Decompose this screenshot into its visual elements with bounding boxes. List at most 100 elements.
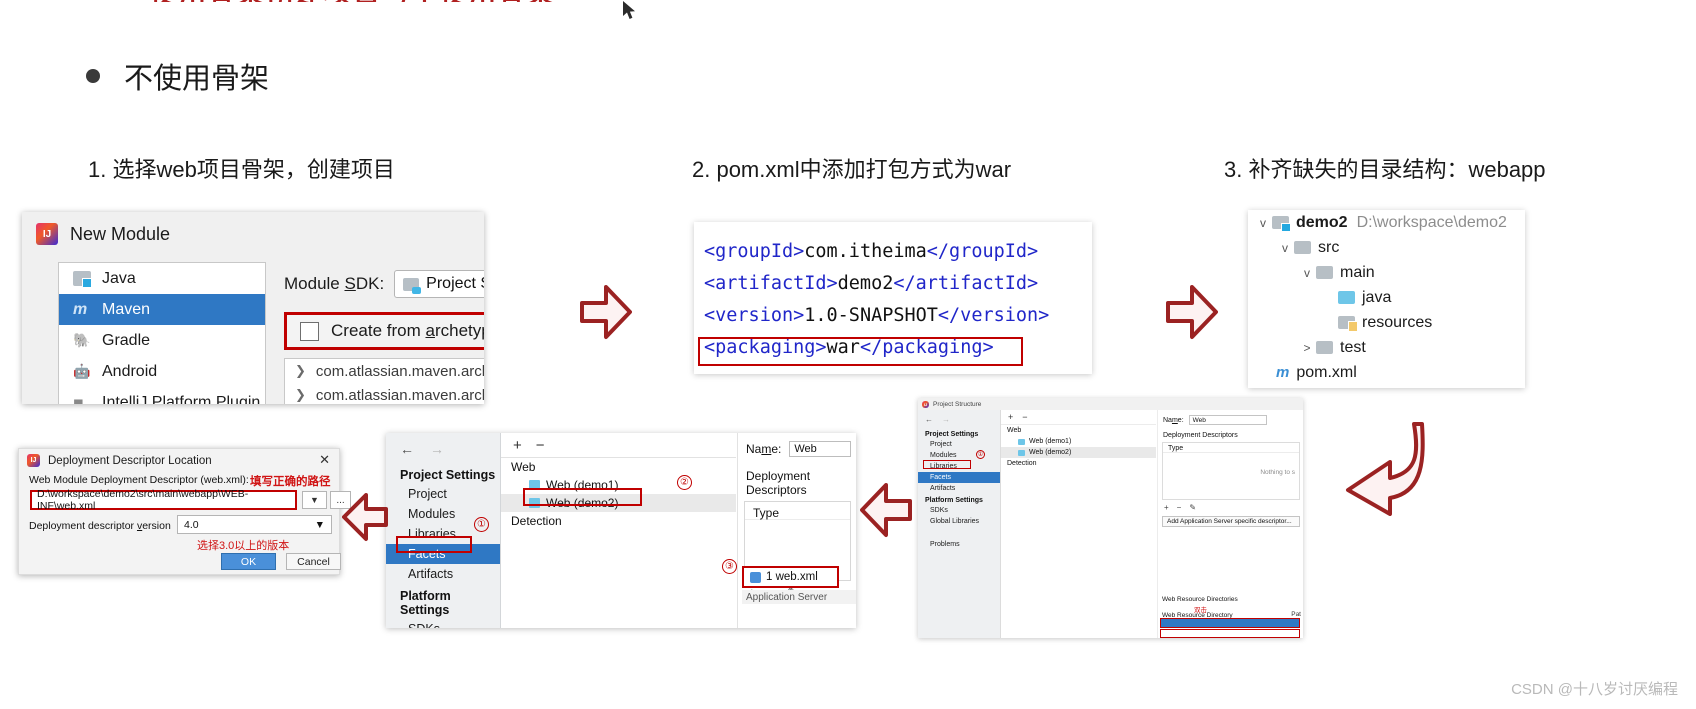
arrow-curved-down-left [1322, 420, 1428, 516]
mouse-pointer-icon [622, 0, 638, 27]
create-from-archetype-checkbox[interactable] [300, 321, 319, 341]
web-resource-row-highlight[interactable] [1160, 618, 1300, 628]
module-sdk-combo[interactable]: Project S [394, 270, 484, 298]
webxml-path-input[interactable]: D:\workspace\demo2\src\main\webapp\WEB-I… [30, 488, 297, 512]
android-robot-icon: 🤖 [73, 363, 91, 379]
descriptor-type-table: Type Nothing to s [1162, 442, 1300, 500]
add-descriptor-button[interactable]: + [1164, 503, 1169, 512]
twisty-icon[interactable]: v [1276, 241, 1294, 255]
sidebar-item-sdks[interactable]: SDKs [386, 619, 500, 628]
cut-off-heading: 使用骨架创建项目与不使用骨架 [150, 0, 850, 2]
folder-icon [1316, 266, 1333, 279]
facet-web-demo1[interactable]: Web (demo1) [1001, 436, 1156, 447]
module-type-list[interactable]: Java m Maven 🐘 Gradle 🤖 Android ◼ Intell… [58, 262, 266, 404]
thumbnail-facets-list: + − Web Web (demo1) Web (demo2) Detectio… [1001, 410, 1156, 638]
module-type-intellij-plugin[interactable]: ◼ IntelliJ Platform Plugin [59, 387, 265, 405]
webxml-label: 1 web.xml [766, 571, 818, 583]
chevron-right-icon[interactable]: ❯ [295, 387, 306, 403]
edit-descriptor-button[interactable]: ✎ [1189, 503, 1196, 512]
arrow-left-icon[interactable]: ← [925, 415, 933, 424]
sidebar-item-problems[interactable]: Problems [918, 527, 1000, 550]
web-demo2-highlight-box [523, 488, 642, 506]
section-header-platform-settings: Platform Settings [400, 589, 451, 617]
folder-icon [1294, 241, 1311, 254]
archetype-row[interactable]: ❯ com.atlassian.maven.arche [285, 383, 484, 404]
archetype-label: com.atlassian.maven.arche [315, 386, 484, 404]
chevron-right-icon[interactable]: ❯ [295, 363, 306, 379]
add-facet-button[interactable]: + [513, 437, 522, 454]
create-from-archetype-row[interactable]: Create from archetype [284, 312, 484, 350]
tree-node-pom-xml[interactable]: m pom.xml [1248, 360, 1525, 385]
remove-facet-button[interactable]: − [1022, 412, 1027, 422]
add-facet-button[interactable]: + [1008, 412, 1013, 422]
remove-facet-button[interactable]: − [536, 437, 545, 454]
marker-2: ② [677, 475, 692, 490]
archetype-list[interactable]: ❯ com.atlassian.maven.arche ❯ com.atlass… [284, 358, 484, 404]
marker-3: ③ [722, 559, 737, 574]
facets-list-pane: + − Web Web (demo1) Web (demo2) Detectio… [501, 433, 736, 628]
pom-line: <artifactId>demo2</artifactId> [704, 273, 1039, 294]
new-module-titlebar: New Module [22, 212, 484, 256]
cancel-button[interactable]: Cancel [286, 553, 341, 570]
deployment-descriptors-label: Deployment Descriptors [1163, 432, 1238, 439]
sidebar-item-project[interactable]: Project [918, 439, 1000, 450]
tree-node-demo2[interactable]: v demo2 D:\workspace\demo2 [1248, 210, 1525, 235]
descriptor-version-select[interactable]: 4.0 ▼ [177, 515, 332, 534]
facet-name-input[interactable]: Web [1188, 415, 1267, 425]
arrow-right-icon[interactable]: → [942, 415, 950, 424]
module-type-label: Android [102, 362, 158, 380]
tree-node-main[interactable]: v main [1248, 260, 1525, 285]
module-type-java[interactable]: Java [59, 263, 265, 294]
tree-node-src[interactable]: v src [1248, 235, 1525, 260]
module-type-maven[interactable]: m Maven [59, 294, 265, 325]
type-column-header: Type [1163, 443, 1299, 453]
arrow-left-icon[interactable]: ← [400, 441, 414, 457]
project-tree-card: v demo2 D:\workspace\demo2 v src v main … [1248, 210, 1525, 388]
module-type-label: Java [102, 269, 136, 287]
maven-pom-icon: m [1276, 364, 1290, 381]
thumbnail-titlebar: Project Structure [918, 398, 1303, 410]
sidebar-item-facets[interactable]: Facets [918, 472, 1000, 483]
resources-folder-icon [1338, 316, 1358, 332]
pom-line: <groupId>com.itheima</groupId> [704, 241, 1039, 262]
facet-name-input[interactable]: Web [789, 441, 852, 457]
sidebar-item-artifacts[interactable]: Artifacts [918, 483, 1000, 494]
web-resource-row-highlight-2[interactable] [1160, 629, 1300, 638]
tree-node-java[interactable]: java [1248, 285, 1525, 310]
facet-detail-pane: Name: Web Deployment Descriptors Type + … [722, 433, 856, 628]
path-note-annotation: 填写正确的路径 [250, 476, 331, 488]
ok-button[interactable]: OK [221, 553, 276, 570]
tree-node-resources[interactable]: resources [1248, 310, 1525, 335]
twisty-icon[interactable]: v [1298, 266, 1316, 280]
intellij-idea-logo-icon [36, 223, 58, 245]
webxml-highlight-box[interactable]: 1 web.xml [742, 566, 839, 588]
module-type-label: IntelliJ Platform Plugin [102, 393, 261, 405]
facet-name-row: Name: Web [1158, 410, 1303, 425]
arrow-left-thumbnail-to-structure [860, 482, 912, 538]
bullet-dot-icon [86, 69, 100, 83]
facet-name-label: Name: [746, 442, 782, 456]
descriptor-version-value: 4.0 [184, 518, 199, 531]
module-type-android[interactable]: 🤖 Android [59, 356, 265, 387]
close-icon[interactable]: ✕ [319, 453, 330, 466]
sidebar-item-project[interactable]: Project [386, 484, 500, 504]
tree-node-test[interactable]: > test [1248, 335, 1525, 360]
twisty-icon[interactable]: > [1298, 341, 1316, 355]
bullet-label: 不使用骨架 [124, 63, 270, 95]
arrow-right-icon[interactable]: → [430, 441, 444, 457]
remove-descriptor-button[interactable]: − [1177, 503, 1182, 512]
watermark: CSDN @十八岁讨厌编程 [1511, 681, 1678, 698]
marker-1: ① [474, 517, 489, 532]
add-application-server-descriptor-button[interactable]: Add Application Server specific descript… [1162, 516, 1300, 527]
twisty-icon[interactable]: v [1254, 216, 1272, 230]
sidebar-item-artifacts[interactable]: Artifacts [386, 564, 500, 584]
sidebar-item-sdks[interactable]: SDKs [918, 505, 1000, 516]
sidebar-item-global-libraries[interactable]: Global Libraries [918, 516, 1000, 527]
module-type-gradle[interactable]: 🐘 Gradle [59, 325, 265, 356]
module-type-label: Maven [102, 300, 151, 318]
sdk-folder-icon [403, 277, 422, 294]
maven-icon: m [73, 301, 88, 318]
facet-web-demo2[interactable]: Web (demo2) [1001, 447, 1156, 458]
archetype-row[interactable]: ❯ com.atlassian.maven.arche [285, 359, 484, 383]
chevron-down-icon[interactable]: ▼ [302, 491, 327, 509]
